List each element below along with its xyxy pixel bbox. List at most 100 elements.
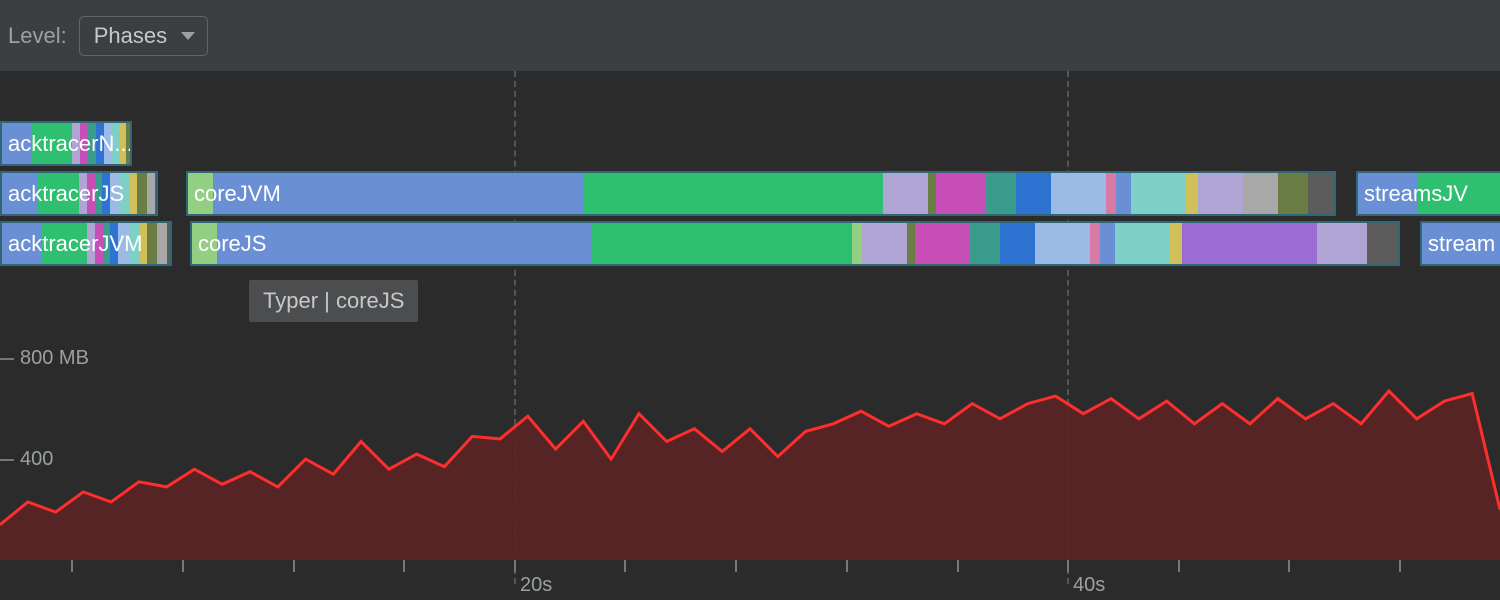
phase-segment[interactable]: [157, 223, 167, 264]
phase-segment[interactable]: [102, 173, 110, 214]
phase-segment[interactable]: [1170, 223, 1182, 264]
level-select-value: Phases: [94, 23, 167, 48]
phase-segment[interactable]: [87, 223, 95, 264]
phase-segment[interactable]: [862, 223, 907, 264]
phase-segment[interactable]: [1100, 223, 1115, 264]
phase-segment[interactable]: [147, 223, 157, 264]
time-tick: [514, 560, 516, 572]
phase-segment[interactable]: [1308, 173, 1336, 214]
phase-segment[interactable]: [88, 123, 96, 164]
phase-segment[interactable]: [96, 123, 104, 164]
phase-segment[interactable]: [1000, 223, 1035, 264]
phase-bar-streamsJVM[interactable]: streamsJV: [1356, 171, 1500, 216]
phase-segment[interactable]: [95, 173, 102, 214]
phase-segment[interactable]: [217, 223, 592, 264]
phase-row: acktracerJS coreJVM streamsJV: [0, 171, 1500, 216]
phase-segment[interactable]: [120, 173, 130, 214]
phase-segment[interactable]: [852, 223, 862, 264]
phase-segment[interactable]: [1035, 223, 1090, 264]
phase-bar-coreJVM[interactable]: coreJVM: [186, 171, 1336, 216]
phase-segment[interactable]: [167, 223, 172, 264]
phase-segment[interactable]: [110, 223, 118, 264]
phase-bar-streams[interactable]: stream: [1420, 221, 1500, 266]
phase-segment[interactable]: [1182, 223, 1317, 264]
toolbar: Level: Phases: [0, 0, 1500, 71]
phase-segment[interactable]: [130, 173, 137, 214]
phase-segment[interactable]: [95, 223, 103, 264]
phase-segment[interactable]: [32, 123, 72, 164]
phase-segment[interactable]: [970, 223, 1000, 264]
phase-segment[interactable]: [118, 223, 130, 264]
level-label: Level:: [8, 23, 67, 49]
phase-segment[interactable]: [103, 223, 110, 264]
phase-segment[interactable]: [907, 223, 915, 264]
time-axis: 20s40s: [0, 560, 1500, 600]
phase-segment[interactable]: [126, 123, 132, 164]
phase-segment[interactable]: [2, 223, 42, 264]
phase-bar-acktracerJVM[interactable]: acktracerJVM: [0, 221, 172, 266]
phase-row: acktracerN...: [0, 121, 1500, 166]
phase-segment[interactable]: [140, 223, 147, 264]
phase-segment[interactable]: [192, 223, 217, 264]
phase-row: acktracerJVM coreJS stream: [0, 221, 1500, 266]
phase-bar-coreJS[interactable]: coreJS: [190, 221, 1400, 266]
phase-segment[interactable]: [1186, 173, 1198, 214]
phase-segment[interactable]: [80, 123, 88, 164]
phase-segment[interactable]: [1422, 223, 1500, 264]
phase-segment[interactable]: [1115, 223, 1170, 264]
phase-segment[interactable]: [1418, 173, 1500, 214]
time-tick: [403, 560, 405, 572]
phase-segment[interactable]: [1278, 173, 1308, 214]
time-tick: [293, 560, 295, 572]
phase-segment[interactable]: [1358, 173, 1418, 214]
phase-segment[interactable]: [1090, 223, 1100, 264]
phase-segment[interactable]: [188, 173, 213, 214]
phase-segment[interactable]: [936, 173, 986, 214]
phase-segment[interactable]: [155, 173, 158, 214]
phase-segment[interactable]: [1367, 223, 1400, 264]
timeline-panel: acktracerN... acktracerJS coreJVM streamsJV…: [0, 71, 1500, 600]
phase-segment[interactable]: [112, 123, 120, 164]
phase-segment[interactable]: [986, 173, 1016, 214]
phase-segment[interactable]: [147, 173, 155, 214]
phase-segment[interactable]: [1116, 173, 1131, 214]
phase-segment[interactable]: [2, 173, 37, 214]
memory-chart[interactable]: 800 MB400: [0, 333, 1500, 560]
time-tick: [1178, 560, 1180, 572]
time-tick: [1399, 560, 1401, 572]
phase-bar-acktracerJS[interactable]: acktracerJS: [0, 171, 158, 216]
phase-segment[interactable]: [137, 173, 147, 214]
time-tick: [735, 560, 737, 572]
time-tick: [957, 560, 959, 572]
phase-segment[interactable]: [2, 123, 32, 164]
phase-segment[interactable]: [1198, 173, 1243, 214]
phase-segment[interactable]: [1016, 173, 1051, 214]
phase-segment[interactable]: [1131, 173, 1186, 214]
phase-segment[interactable]: [1106, 173, 1116, 214]
phase-segment[interactable]: [883, 173, 928, 214]
time-tick: [182, 560, 184, 572]
phase-segment[interactable]: [72, 123, 80, 164]
phase-segment[interactable]: [110, 173, 120, 214]
phase-segment[interactable]: [1317, 223, 1367, 264]
phase-segment[interactable]: [592, 223, 852, 264]
tooltip: Typer | coreJS: [249, 280, 418, 322]
phase-segment[interactable]: [583, 173, 883, 214]
phase-segment[interactable]: [1051, 173, 1106, 214]
time-tick: [1067, 560, 1069, 572]
phase-segment[interactable]: [915, 223, 970, 264]
phase-segment[interactable]: [79, 173, 87, 214]
time-tick: [71, 560, 73, 572]
phase-segment[interactable]: [1243, 173, 1278, 214]
phase-segment[interactable]: [37, 173, 79, 214]
phase-bar-acktracerN[interactable]: acktracerN...: [0, 121, 132, 166]
time-tick: [846, 560, 848, 572]
phase-segment[interactable]: [104, 123, 112, 164]
time-tick-label: 20s: [520, 574, 552, 597]
phase-segment[interactable]: [87, 173, 95, 214]
phase-segment[interactable]: [130, 223, 140, 264]
phase-segment[interactable]: [213, 173, 583, 214]
level-select[interactable]: Phases: [79, 16, 208, 56]
phase-segment[interactable]: [42, 223, 87, 264]
phase-segment[interactable]: [928, 173, 936, 214]
